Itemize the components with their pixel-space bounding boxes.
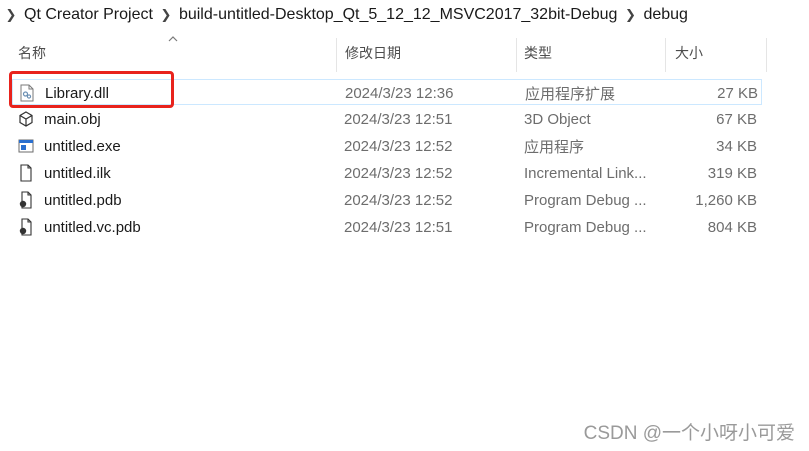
file-type: Program Debug ... xyxy=(524,191,647,209)
breadcrumb: ❯ Qt Creator Project ❯ build-untitled-De… xyxy=(0,0,809,30)
breadcrumb-item-build[interactable]: build-untitled-Desktop_Qt_5_12_12_MSVC20… xyxy=(175,6,622,24)
file-size: 804 KB xyxy=(707,218,757,236)
file-name-cell: main.obj xyxy=(18,106,338,132)
breadcrumb-item-debug[interactable]: debug xyxy=(639,6,692,24)
column-divider[interactable] xyxy=(516,38,517,72)
dll-file-icon xyxy=(20,84,34,102)
watermark-text: CSDN @一个小呀小可爱 xyxy=(583,423,795,444)
file-name-cell: untitled.pdb xyxy=(18,187,338,213)
file-name: untitled.exe xyxy=(44,137,121,155)
file-date: 2024/3/23 12:52 xyxy=(344,164,453,182)
chevron-right-icon[interactable]: ❯ xyxy=(2,7,20,23)
3d-object-icon xyxy=(19,111,33,127)
file-name: Library.dll xyxy=(45,84,109,102)
file-size: 34 KB xyxy=(716,137,757,155)
pdb-file-icon xyxy=(19,191,32,209)
column-header-date[interactable]: 修改日期 xyxy=(345,34,515,72)
table-row[interactable]: untitled.vc.pdb 2024/3/23 12:51 Program … xyxy=(12,214,762,240)
column-divider[interactable] xyxy=(665,38,666,72)
file-type: Incremental Link... xyxy=(524,164,647,182)
exe-file-icon xyxy=(18,139,34,153)
breadcrumb-item-project[interactable]: Qt Creator Project xyxy=(20,6,157,24)
column-divider[interactable] xyxy=(336,38,337,72)
file-date: 2024/3/23 12:52 xyxy=(344,137,453,155)
chevron-right-icon[interactable]: ❯ xyxy=(157,7,175,23)
file-name-cell: Library.dll xyxy=(19,80,339,106)
file-type: 应用程序扩展 xyxy=(525,85,616,103)
table-row[interactable]: untitled.ilk 2024/3/23 12:52 Incremental… xyxy=(12,160,762,186)
column-header-type[interactable]: 类型 xyxy=(524,34,664,72)
column-header-name[interactable]: 名称 xyxy=(18,34,336,72)
file-size: 1,260 KB xyxy=(695,191,757,209)
table-row[interactable]: untitled.pdb 2024/3/23 12:52 Program Deb… xyxy=(12,187,762,213)
table-row[interactable]: main.obj 2024/3/23 12:51 3D Object 67 KB xyxy=(12,106,762,132)
pdb-file-icon xyxy=(19,218,32,236)
column-divider[interactable] xyxy=(766,38,767,72)
file-name-cell: untitled.ilk xyxy=(18,160,338,186)
file-explorer-window: ❯ Qt Creator Project ❯ build-untitled-De… xyxy=(0,0,809,451)
file-name: untitled.vc.pdb xyxy=(44,218,141,236)
table-row[interactable]: untitled.exe 2024/3/23 12:52 应用程序 34 KB xyxy=(12,133,762,159)
file-size: 67 KB xyxy=(716,110,757,128)
file-name: untitled.pdb xyxy=(44,191,122,209)
table-row[interactable]: Library.dll 2024/3/23 12:36 应用程序扩展 27 KB xyxy=(12,79,762,105)
file-name: untitled.ilk xyxy=(44,164,111,182)
file-name-cell: untitled.vc.pdb xyxy=(18,214,338,240)
chevron-right-icon[interactable]: ❯ xyxy=(621,7,639,23)
file-size: 27 KB xyxy=(717,84,758,102)
file-date: 2024/3/23 12:51 xyxy=(344,110,453,128)
column-header-size[interactable]: 大小 xyxy=(675,34,765,72)
file-type: 应用程序 xyxy=(524,138,585,156)
file-type: 3D Object xyxy=(524,110,591,128)
file-date: 2024/3/23 12:36 xyxy=(345,84,454,102)
file-name: main.obj xyxy=(44,110,101,128)
column-header-row: 名称 修改日期 类型 大小 xyxy=(0,34,809,72)
file-type: Program Debug ... xyxy=(524,218,647,236)
generic-file-icon xyxy=(20,164,32,182)
file-date: 2024/3/23 12:52 xyxy=(344,191,453,209)
file-name-cell: untitled.exe xyxy=(18,133,338,159)
file-date: 2024/3/23 12:51 xyxy=(344,218,453,236)
file-size: 319 KB xyxy=(707,164,757,182)
